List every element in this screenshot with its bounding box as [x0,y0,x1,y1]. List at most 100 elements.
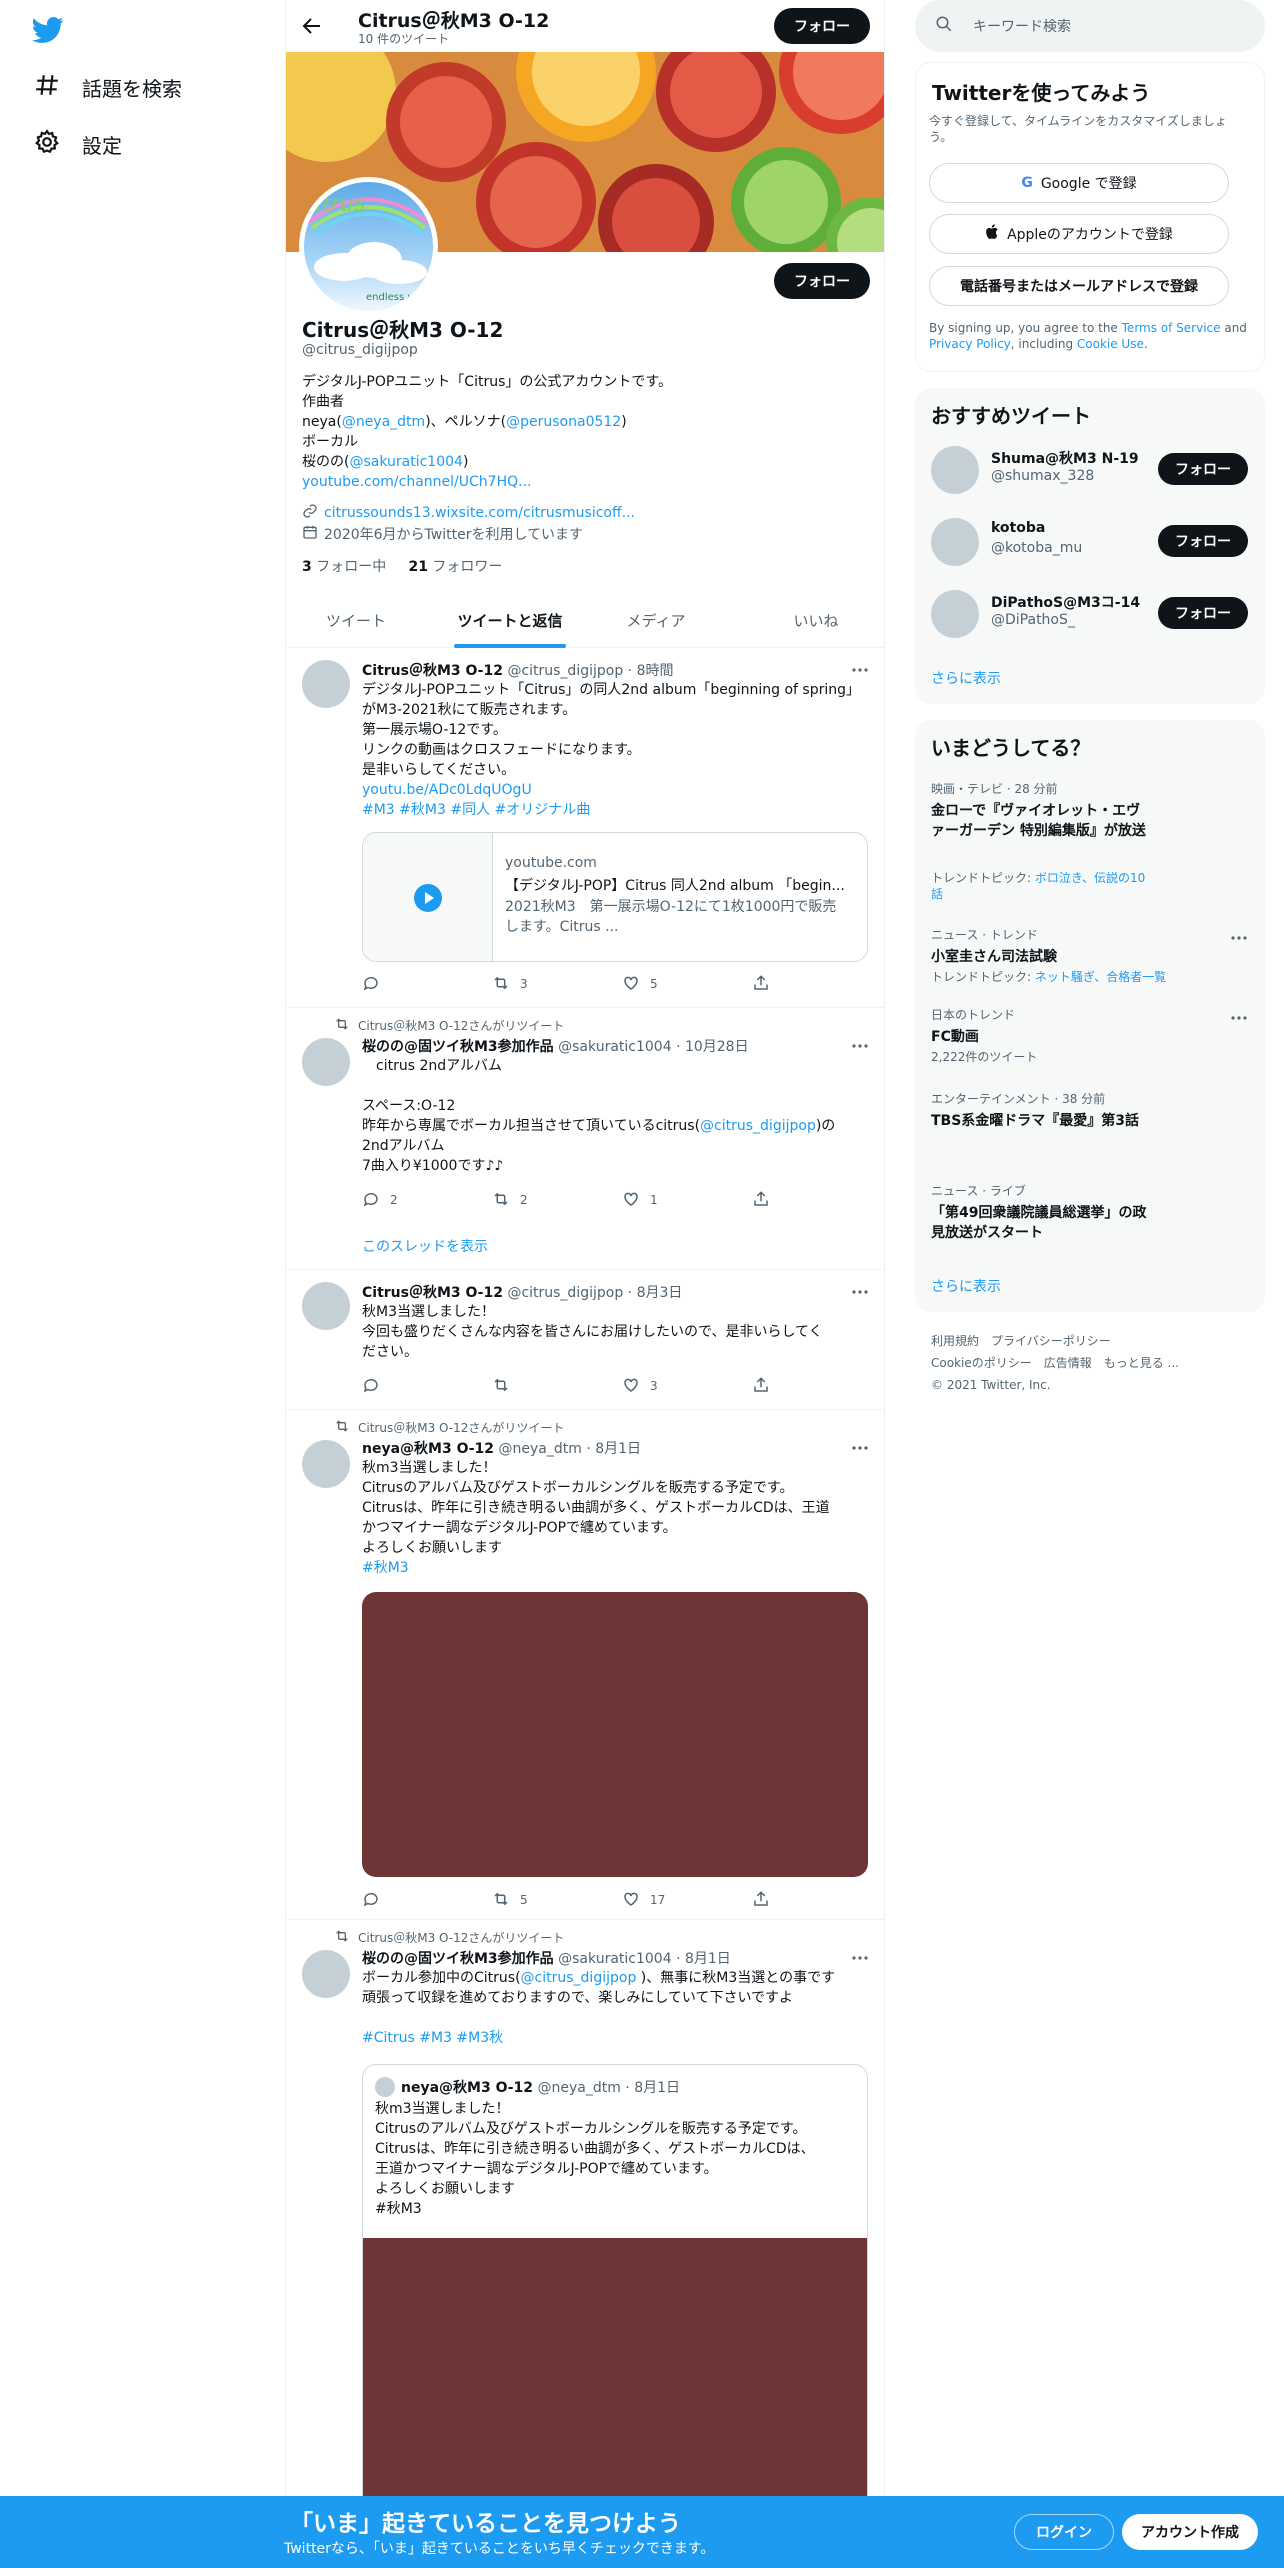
like-button[interactable]: 1 [622,1190,752,1210]
back-arrow-icon[interactable] [300,14,324,38]
avatar[interactable] [302,660,350,708]
author-name[interactable]: neya@秋M3 O-12 [362,1441,494,1457]
tweet[interactable]: Citrus＠秋M3 O-12さんがリツイート 桜のの@固ツイ秋M3参加作品 @… [286,1008,884,1270]
hashtag[interactable]: #秋M3 [362,1560,409,1576]
reply-button[interactable]: 2 [362,1190,492,1210]
mention-link[interactable]: @neya_dtm [342,414,425,430]
hashtags[interactable]: #M3 #秋M3 #同人 #オリジナル曲 [362,802,590,818]
more-icon[interactable] [850,1440,870,1456]
more-icon[interactable] [850,662,870,678]
search-box[interactable]: キーワード検索 [915,0,1265,52]
terms-of-service-link[interactable]: Terms of Service [1122,321,1221,335]
trend-item[interactable]: エンターテインメント · 38 分前 TBS系金曜ドラマ『最愛』第3話 [931,1090,1231,1131]
trend-item[interactable]: 映画・テレビ · 28 分前 金ローで『ヴァイオレット・エヴ ァーガーデン 特別編… [931,780,1231,841]
share-button[interactable] [752,1376,782,1396]
tweet-time[interactable]: · 8月1日 [676,1951,731,1967]
tweet-media-image[interactable] [362,1592,868,1877]
tweet-link[interactable]: youtu.be/ADc0LdqUOgU [362,782,532,798]
header-follow-button[interactable]: フォロー [774,8,870,44]
retweet-button[interactable]: 5 [492,1890,622,1910]
avatar[interactable] [302,1440,350,1488]
tweet-time[interactable]: · 8月1日 [586,1441,641,1457]
quoted-tweet[interactable]: neya@秋M3 O-12 @neya_dtm · 8月1日 秋m3当選しました… [362,2064,868,2568]
tab-likes[interactable]: いいね [746,592,884,648]
footer-link-row[interactable]: Cookieのポリシー 広告情報 もっと見る ... [931,1352,1251,1374]
login-button[interactable]: ログイン [1014,2514,1114,2550]
show-thread-link[interactable]: このスレッドを表示 [362,1236,488,1256]
footer-link-row[interactable]: 利用規約 プライバシーポリシー [931,1330,1251,1352]
trend-item[interactable]: ニュース · ライブ 「第49回衆議院議員総選挙」の政 見放送がスタート [931,1182,1231,1243]
apple-signup-button[interactable]: Appleのアカウントで登録 [929,214,1229,254]
like-button[interactable]: 17 [622,1890,752,1910]
more-icon[interactable] [1229,930,1249,946]
profile-follow-button[interactable]: フォロー [774,263,870,299]
more-icon[interactable] [850,1950,870,1966]
mention-link[interactable]: @perusona0512 [506,414,621,430]
trend-topic[interactable]: トレンドトピック: ボロ泣き、伝説の10 話 [931,868,1231,902]
cookie-use-link[interactable]: Cookie Use [1077,337,1144,351]
like-button[interactable]: 5 [622,974,752,994]
trend-sub-link[interactable]: ネット騒ぎ、合格者一覧 [1035,970,1166,984]
share-button[interactable] [752,1890,782,1910]
nav-explore[interactable]: 話題を検索 [34,67,182,107]
reply-button[interactable] [362,974,492,994]
link-card[interactable]: youtube.com 【デジタルJ-POP】Citrus 同人2nd albu… [362,832,868,962]
trend-topic-link[interactable]: ボロ泣き、伝説の10 [1035,871,1145,885]
suggested-user[interactable]: Shuma@秋M3 N-19 @shumax_328 フォロー [915,434,1265,506]
author-name[interactable]: 桜のの@固ツイ秋M3参加作品 [362,1951,554,1967]
follow-button[interactable]: フォロー [1158,453,1248,485]
mention-link[interactable]: @citrus_digijpop [521,1970,637,1986]
retweet-button[interactable] [492,1376,622,1396]
privacy-policy-link[interactable]: Privacy Policy [929,337,1011,351]
mention-link[interactable]: @citrus_digijpop [700,1118,816,1134]
tab-media[interactable]: メディア [586,592,726,648]
author-name[interactable]: Citrus＠秋M3 O-12 [362,663,503,679]
show-more-link[interactable]: さらに表示 [931,1276,1001,1296]
more-icon[interactable] [1229,1010,1249,1026]
following-count[interactable]: 3 フォロー中 [302,559,386,575]
tab-tweets[interactable]: ツイート [286,592,426,648]
more-icon[interactable] [850,1284,870,1300]
google-signup-button[interactable]: G Google で登録 [929,163,1229,203]
search-input[interactable]: キーワード検索 [973,16,1071,36]
tab-tweets-replies[interactable]: ツイートと返信 [454,592,566,648]
retweet-button[interactable]: 2 [492,1190,622,1210]
author-name[interactable]: Citrus＠秋M3 O-12 [362,1285,503,1301]
website-link[interactable]: citrussounds13.wixsite.com/citrusmusicof… [324,505,635,521]
share-button[interactable] [752,974,782,994]
tweet-time[interactable]: · 8時間 [628,663,674,679]
mention-link[interactable]: @sakuratic1004 [349,454,462,470]
follow-button[interactable]: フォロー [1158,597,1248,629]
tweet[interactable]: Citrus＠秋M3 O-12 @citrus_digijpop · 8月3日 … [286,1270,884,1410]
share-button[interactable] [752,1190,782,1210]
avatar[interactable] [302,1038,350,1086]
profile-avatar[interactable]: itrus endless wi [299,177,438,316]
reply-button[interactable] [362,1376,492,1396]
tweet[interactable]: Citrus＠秋M3 O-12 @citrus_digijpop · 8時間 デ… [286,648,884,1008]
follow-button[interactable]: フォロー [1158,525,1248,557]
avatar[interactable] [302,1282,350,1330]
phone-email-signup-button[interactable]: 電話番号またはメールアドレスで登録 [929,266,1229,306]
signup-button[interactable]: アカウント作成 [1122,2514,1258,2550]
tweet-time[interactable]: · 10月28日 [676,1039,749,1055]
author-name[interactable]: 桜のの@固ツイ秋M3参加作品 [362,1039,554,1055]
avatar[interactable] [302,1950,350,1998]
trend-item[interactable]: ニュース · トレンド 小室圭さん司法試験 トレンドトピック: ネット騒ぎ、合格… [931,926,1231,985]
like-button[interactable]: 3 [622,1376,752,1396]
show-more-link[interactable]: さらに表示 [931,668,1001,688]
bio-youtube-link[interactable]: youtube.com/channel/UCh7HQ... [302,474,531,490]
reply-button[interactable] [362,1890,492,1910]
tweet[interactable]: Citrus＠秋M3 O-12さんがリツイート 桜のの@固ツイ秋M3参加作品 @… [286,1920,884,2568]
followers-count[interactable]: 21 フォロワー [408,559,502,575]
retweet-button[interactable]: 3 [492,974,622,994]
nav-settings[interactable]: 設定 [34,124,122,164]
tweet[interactable]: Citrus＠秋M3 O-12さんがリツイート neya@秋M3 O-12 @n… [286,1410,884,1920]
suggested-user[interactable]: DiPathoS@M3コ-14 @DiPathoS_ フォロー [915,578,1265,650]
twitter-logo-icon[interactable] [32,14,64,43]
tweet-time[interactable]: · 8月3日 [628,1285,683,1301]
hashtags[interactable]: #Citrus #M3 #M3秋 [362,2030,503,2046]
trend-item[interactable]: 日本のトレンド FC動画 2,222件のツイート [931,1006,1231,1065]
trend-topic-link[interactable]: 話 [931,887,943,901]
suggested-user[interactable]: kotoba @kotoba_mu フォロー [915,506,1265,578]
more-icon[interactable] [850,1038,870,1054]
